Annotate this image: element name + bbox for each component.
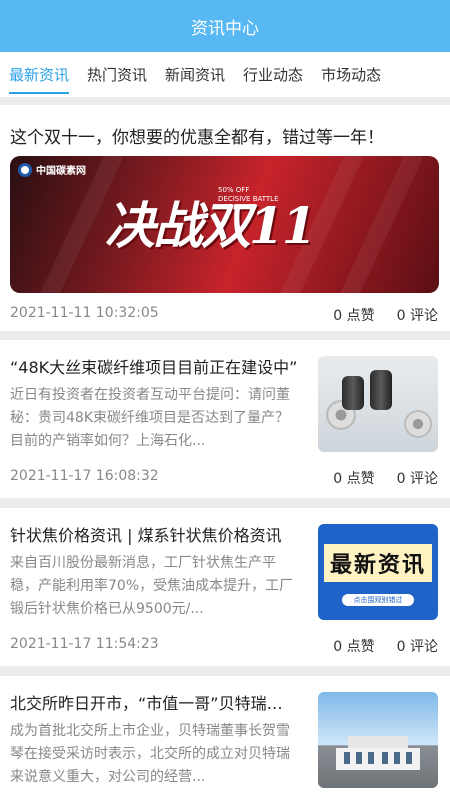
comment-count[interactable]: 0 评论 bbox=[397, 468, 438, 488]
category-tabs: 最新资讯 热门资讯 新闻资讯 行业动态 市场动态 bbox=[0, 52, 450, 97]
article-summary: 来自百川股份最新消息，工厂针状焦生产平稳，产能利用率70%，受焦油成本提升，工厂… bbox=[10, 555, 294, 617]
comment-count[interactable]: 0 评论 bbox=[397, 636, 438, 656]
banner-slogan: 决战双11 bbox=[105, 196, 317, 255]
article-card[interactable]: “48K大丝束碳纤维项目目前正在建设中” 近日有投资者在投资者互动平台提问：请问… bbox=[0, 340, 450, 498]
tab-market[interactable]: 市场动态 bbox=[312, 52, 390, 97]
article-summary: 近日有投资者在投资者互动平台提问：请问董秘：贵司48K束碳纤维项目是否达到了量产… bbox=[10, 387, 290, 449]
article-title: 北交所昨日开市，“市值一哥”贝特瑞… bbox=[10, 694, 283, 713]
tab-news[interactable]: 新闻资讯 bbox=[156, 52, 234, 97]
featured-article-title: 这个双十一，你想要的优惠全都有，错过等一年！ bbox=[10, 128, 384, 148]
app-header: 资讯中心 bbox=[0, 0, 450, 52]
article-card[interactable]: 北交所昨日开市，“市值一哥”贝特瑞… 成为首批北交所上市企业，贝特瑞董事长贺雪琴… bbox=[0, 676, 450, 800]
article-thumbnail: 最新资讯 点击围观别错过 bbox=[318, 524, 438, 620]
article-card[interactable]: 针状焦价格资讯 | 煤系针状焦价格资讯 来自百川股份最新消息，工厂针状焦生产平稳… bbox=[0, 508, 450, 666]
article-thumbnail bbox=[318, 692, 438, 788]
like-count[interactable]: 0 点赞 bbox=[333, 305, 374, 325]
tab-industry[interactable]: 行业动态 bbox=[234, 52, 312, 97]
tab-hot-news[interactable]: 热门资讯 bbox=[78, 52, 156, 97]
article-title: “48K大丝束碳纤维项目目前正在建设中” bbox=[10, 358, 298, 377]
article-title: 针状焦价格资讯 | 煤系针状焦价格资讯 bbox=[10, 526, 282, 545]
article-summary: 成为首批北交所上市企业，贝特瑞董事长贺雪琴在接受采访时表示，北交所的成立对贝特瑞… bbox=[10, 723, 290, 785]
logo-icon bbox=[18, 162, 32, 177]
article-thumbnail bbox=[318, 356, 438, 452]
featured-article-card[interactable]: 这个双十一，你想要的优惠全都有，错过等一年！ 中国碳素网 决战双11 50% O… bbox=[0, 105, 450, 331]
comment-count[interactable]: 0 评论 bbox=[397, 305, 438, 325]
tab-latest-news[interactable]: 最新资讯 bbox=[0, 52, 78, 97]
banner-subtext: 50% OFF DECISIVE BATTLE bbox=[218, 186, 279, 203]
page-title: 资讯中心 bbox=[191, 18, 259, 39]
like-count[interactable]: 0 点赞 bbox=[333, 636, 374, 656]
article-date: 2021-11-11 10:32:05 bbox=[10, 305, 159, 321]
article-date: 2021-11-17 11:54:23 bbox=[10, 636, 159, 652]
featured-banner-image: 中国碳素网 决战双11 50% OFF DECISIVE BATTLE bbox=[10, 156, 439, 293]
like-count[interactable]: 0 点赞 bbox=[333, 468, 374, 488]
article-date: 2021-11-17 16:08:32 bbox=[10, 468, 159, 484]
brand-logo: 中国碳素网 bbox=[18, 162, 86, 177]
